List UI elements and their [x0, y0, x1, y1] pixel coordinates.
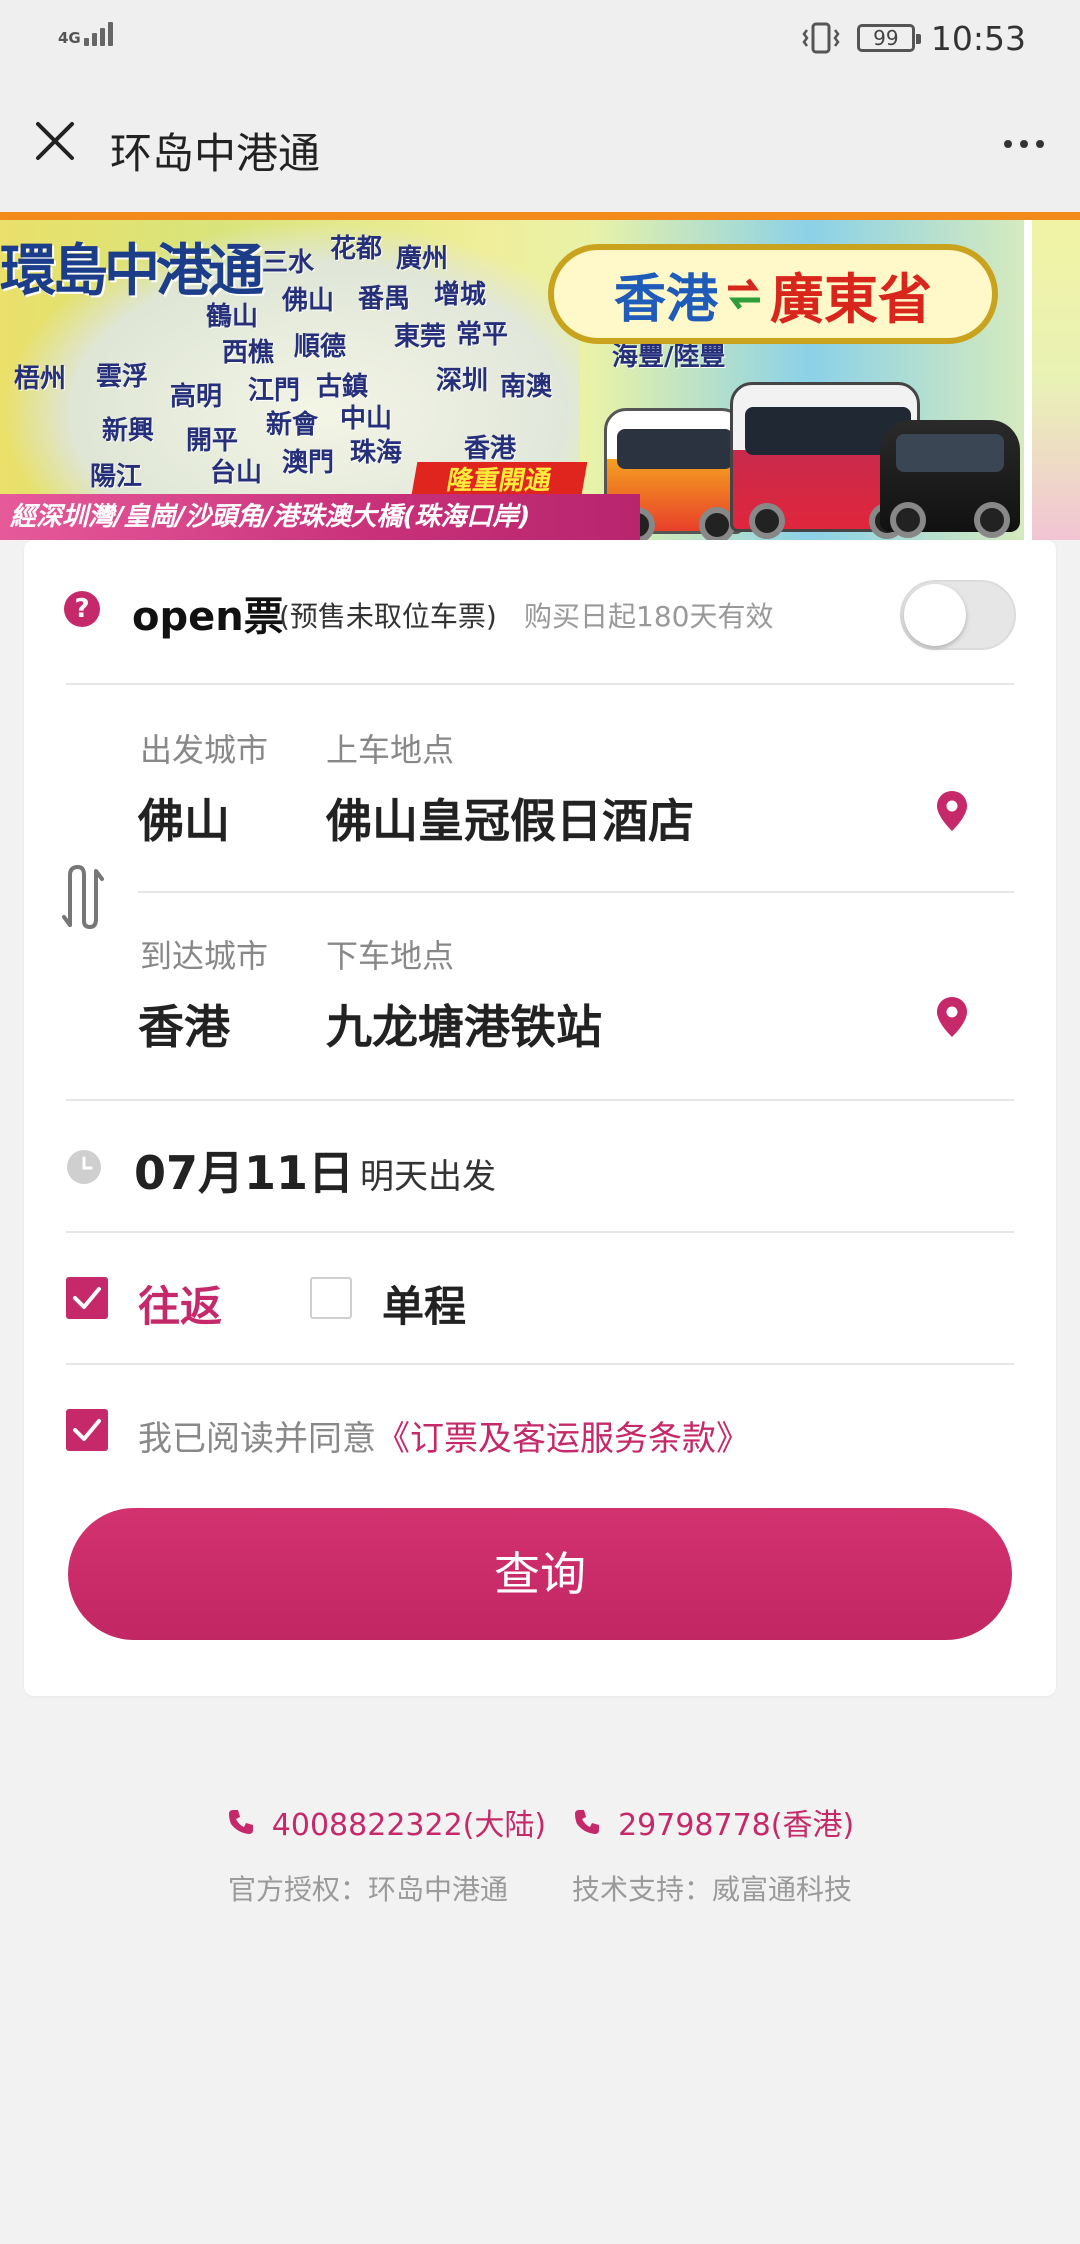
- phone-icon: [228, 1810, 253, 1834]
- banner-logo: 環島中港通: [0, 238, 264, 304]
- page-title: 环岛中港通: [110, 129, 321, 178]
- phone-hk-number[interactable]: 29798778(香港): [618, 1800, 854, 1844]
- banner-city: 常平: [456, 320, 509, 350]
- agreement-checkbox[interactable]: [66, 1409, 108, 1451]
- departure-date[interactable]: 07月11日: [134, 1137, 354, 1203]
- banner-city: 雲浮: [96, 362, 149, 392]
- agreement-row: 我已阅读并同意《订票及客运服务条款》: [24, 1365, 1056, 1475]
- round-trip-checkbox[interactable]: [66, 1277, 108, 1319]
- query-button[interactable]: 查询: [68, 1508, 1012, 1640]
- battery-level: 99: [873, 26, 899, 50]
- van-image: [880, 420, 1020, 538]
- banner-city: 新興: [102, 416, 155, 446]
- banner-city: 陽江: [90, 462, 143, 492]
- banner-city: 高明: [170, 382, 223, 412]
- footer-credits: 官方授权：环岛中港通 技术支持：威富通科技: [0, 1868, 1080, 1908]
- banner-city: 澳門: [282, 448, 335, 478]
- agreement-text: 我已阅读并同意《订票及客运服务条款》: [138, 1411, 750, 1460]
- arrive-city-label: 到达城市: [140, 937, 269, 975]
- banner-city: 西樵: [222, 338, 275, 368]
- banner-city: 深圳: [436, 366, 489, 396]
- toggle-knob: [904, 584, 966, 646]
- phone-icon: [575, 1810, 600, 1834]
- pickup-point-label: 上车地点: [326, 731, 455, 769]
- contact-phones: 4008822322(大陆) 29798778(香港): [0, 1800, 1080, 1844]
- support-text: 技术支持：威富通科技: [572, 1873, 853, 1906]
- location-pin-icon[interactable]: [934, 995, 970, 1039]
- check-icon: [73, 1419, 101, 1441]
- date-row[interactable]: 07月11日 明天出发: [24, 1101, 1056, 1231]
- signal-bar: [99, 28, 105, 46]
- phone-mainland-number[interactable]: 4008822322(大陆): [272, 1800, 546, 1844]
- status-bar: 4G 99 10:53: [0, 0, 1080, 80]
- banner-city: 南澳: [500, 372, 553, 402]
- trip-type-row: 往返 单程: [24, 1233, 1056, 1363]
- signal-bar: [91, 33, 97, 46]
- banner-city: 新會: [266, 410, 319, 440]
- open-ticket-subtitle: (预售未取位车票): [279, 600, 497, 633]
- terms-link[interactable]: 《订票及客运服务条款》: [376, 1419, 750, 1459]
- departure-date-note: 明天出发: [360, 1157, 496, 1197]
- banner-divider: [1024, 220, 1032, 540]
- divider: [138, 891, 1014, 893]
- one-way-label[interactable]: 单程: [382, 1273, 466, 1334]
- more-options-icon[interactable]: [994, 124, 1054, 164]
- booking-card: ? open票 (预售未取位车票) 购买日起180天有效 出发城市 上车地点 佛…: [24, 540, 1056, 1696]
- arrive-city[interactable]: 香港: [138, 991, 230, 1057]
- banner-city: 江門: [248, 376, 301, 406]
- nav-bar: 环岛中港通: [0, 80, 1080, 212]
- promo-banner[interactable]: 環島中港通 三水 花都 廣州 佛山 番禺 增城 鶴山 西樵 順德 東莞 常平 梧…: [0, 212, 1080, 540]
- signal-bar: [83, 38, 89, 46]
- open-ticket-validity: 购买日起180天有效: [524, 600, 774, 633]
- one-way-checkbox[interactable]: [310, 1277, 352, 1319]
- banner-city: 花都: [330, 234, 383, 264]
- banner-city: 增城: [434, 280, 487, 310]
- banner-next-slide: [1032, 220, 1080, 540]
- banner-city: 佛山: [282, 286, 335, 316]
- location-pin-icon[interactable]: [934, 789, 970, 833]
- banner-city: 三水: [262, 248, 315, 278]
- clock-icon: [67, 1150, 101, 1184]
- authorized-text: 官方授权：环岛中港通: [227, 1873, 508, 1906]
- check-icon: [73, 1287, 101, 1309]
- open-ticket-title: open票: [132, 594, 284, 640]
- banner-city: 珠海: [350, 438, 403, 468]
- banner-city: 廣州: [396, 244, 449, 274]
- banner-city: 香港: [464, 434, 517, 464]
- close-icon[interactable]: [30, 116, 80, 166]
- depart-city-label: 出发城市: [140, 731, 269, 769]
- swap-icon[interactable]: [60, 863, 106, 929]
- exchange-arrows-icon: [728, 278, 760, 310]
- dropoff-point[interactable]: 九龙塘港铁站: [326, 991, 602, 1057]
- depart-city[interactable]: 佛山: [138, 785, 230, 851]
- route-origin: 香港: [613, 268, 718, 330]
- banner-city: 東莞: [394, 322, 447, 352]
- battery-icon: 99: [856, 24, 921, 52]
- banner-caption: 經深圳灣/皇崗/沙頭角/港珠澳大橋(珠海口岸): [0, 494, 640, 540]
- network-type: 4G: [58, 29, 81, 47]
- help-icon[interactable]: ?: [64, 591, 100, 627]
- dropoff-point-label: 下车地点: [326, 937, 455, 975]
- banner-city: 番禺: [358, 284, 411, 314]
- banner-city: 梧州: [14, 364, 67, 394]
- signal-indicator: 4G: [58, 22, 113, 46]
- vibrate-icon: [802, 22, 840, 54]
- route-destination: 廣東省: [770, 266, 932, 331]
- banner-city: 順德: [294, 332, 347, 362]
- round-trip-label[interactable]: 往返: [138, 1273, 222, 1334]
- open-ticket-toggle[interactable]: [900, 580, 1016, 650]
- open-ticket-row: ? open票 (预售未取位车票) 购买日起180天有效: [24, 540, 1056, 684]
- route-pill: 香港 廣東省: [548, 244, 998, 344]
- phone-mainland[interactable]: 4008822322(大陆): [226, 1800, 546, 1844]
- route-section: 出发城市 上车地点 佛山 佛山皇冠假日酒店 到达城市 下车地点 香港 九龙塘港铁…: [24, 685, 1056, 1099]
- agreement-prefix: 我已阅读并同意: [138, 1419, 376, 1459]
- phone-hk[interactable]: 29798778(香港): [572, 1800, 854, 1844]
- clock-time: 10:53: [930, 18, 1026, 58]
- banner-city: 台山: [210, 458, 263, 488]
- signal-bar: [107, 22, 113, 46]
- banner-city: 中山: [340, 404, 393, 434]
- banner-city: 鶴山: [206, 302, 259, 332]
- pickup-point[interactable]: 佛山皇冠假日酒店: [326, 785, 694, 851]
